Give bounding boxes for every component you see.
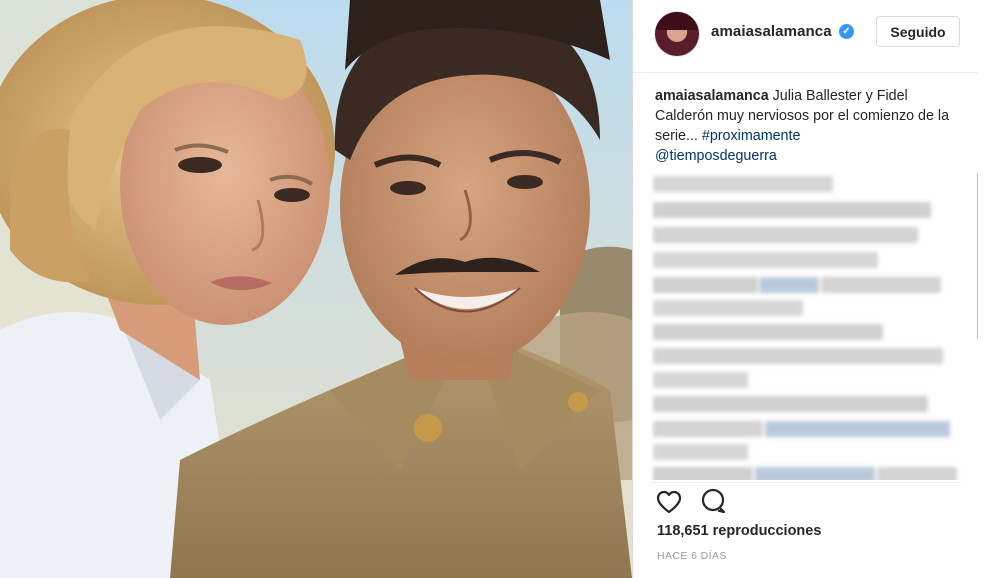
blurred-comment (877, 467, 957, 480)
blurred-comment (653, 372, 748, 388)
blurred-comment (821, 277, 941, 293)
post-sidebar: amaiasalamanca ✓ Seguido amaiasalamanca … (633, 0, 981, 578)
blurred-comment (653, 348, 943, 364)
caption-hashtag[interactable]: #proximamente (702, 128, 801, 144)
blurred-comment (653, 277, 758, 293)
blurred-comment-link (765, 421, 950, 437)
verified-badge-icon: ✓ (839, 24, 854, 39)
post-timestamp[interactable]: HACE 6 DÍAS (657, 550, 727, 562)
blurred-comment (653, 202, 931, 218)
page-margin (978, 0, 1000, 578)
blurred-comment-link (755, 467, 875, 480)
caption-mention[interactable]: @tiemposdeguerra (655, 148, 777, 164)
comments-list-blurred (651, 172, 961, 480)
avatar[interactable] (655, 12, 699, 56)
blurred-comment-link (759, 277, 819, 293)
header-username[interactable]: amaiasalamanca (711, 23, 832, 40)
blurred-comment (653, 300, 803, 316)
blurred-comment (653, 252, 878, 268)
view-count[interactable]: 118,651 reproducciones (657, 523, 821, 539)
caption-username[interactable]: amaiasalamanca (655, 88, 769, 104)
post-video[interactable] (0, 0, 632, 578)
heart-icon[interactable] (655, 488, 683, 516)
blurred-comment (653, 421, 763, 437)
video-frame-illustration (0, 0, 632, 578)
blurred-comment (653, 396, 928, 412)
follow-button[interactable]: Seguido (876, 16, 960, 47)
actions-divider (651, 482, 961, 483)
blurred-comment (653, 467, 753, 480)
blurred-comment (653, 176, 833, 192)
comment-icon[interactable] (699, 487, 727, 515)
blurred-comment (653, 227, 918, 243)
blurred-comment (653, 324, 883, 340)
post-header: amaiasalamanca ✓ Seguido (633, 0, 978, 73)
blurred-comment (653, 444, 748, 460)
post-caption: amaiasalamanca Julia Ballester y Fidel C… (655, 86, 957, 166)
